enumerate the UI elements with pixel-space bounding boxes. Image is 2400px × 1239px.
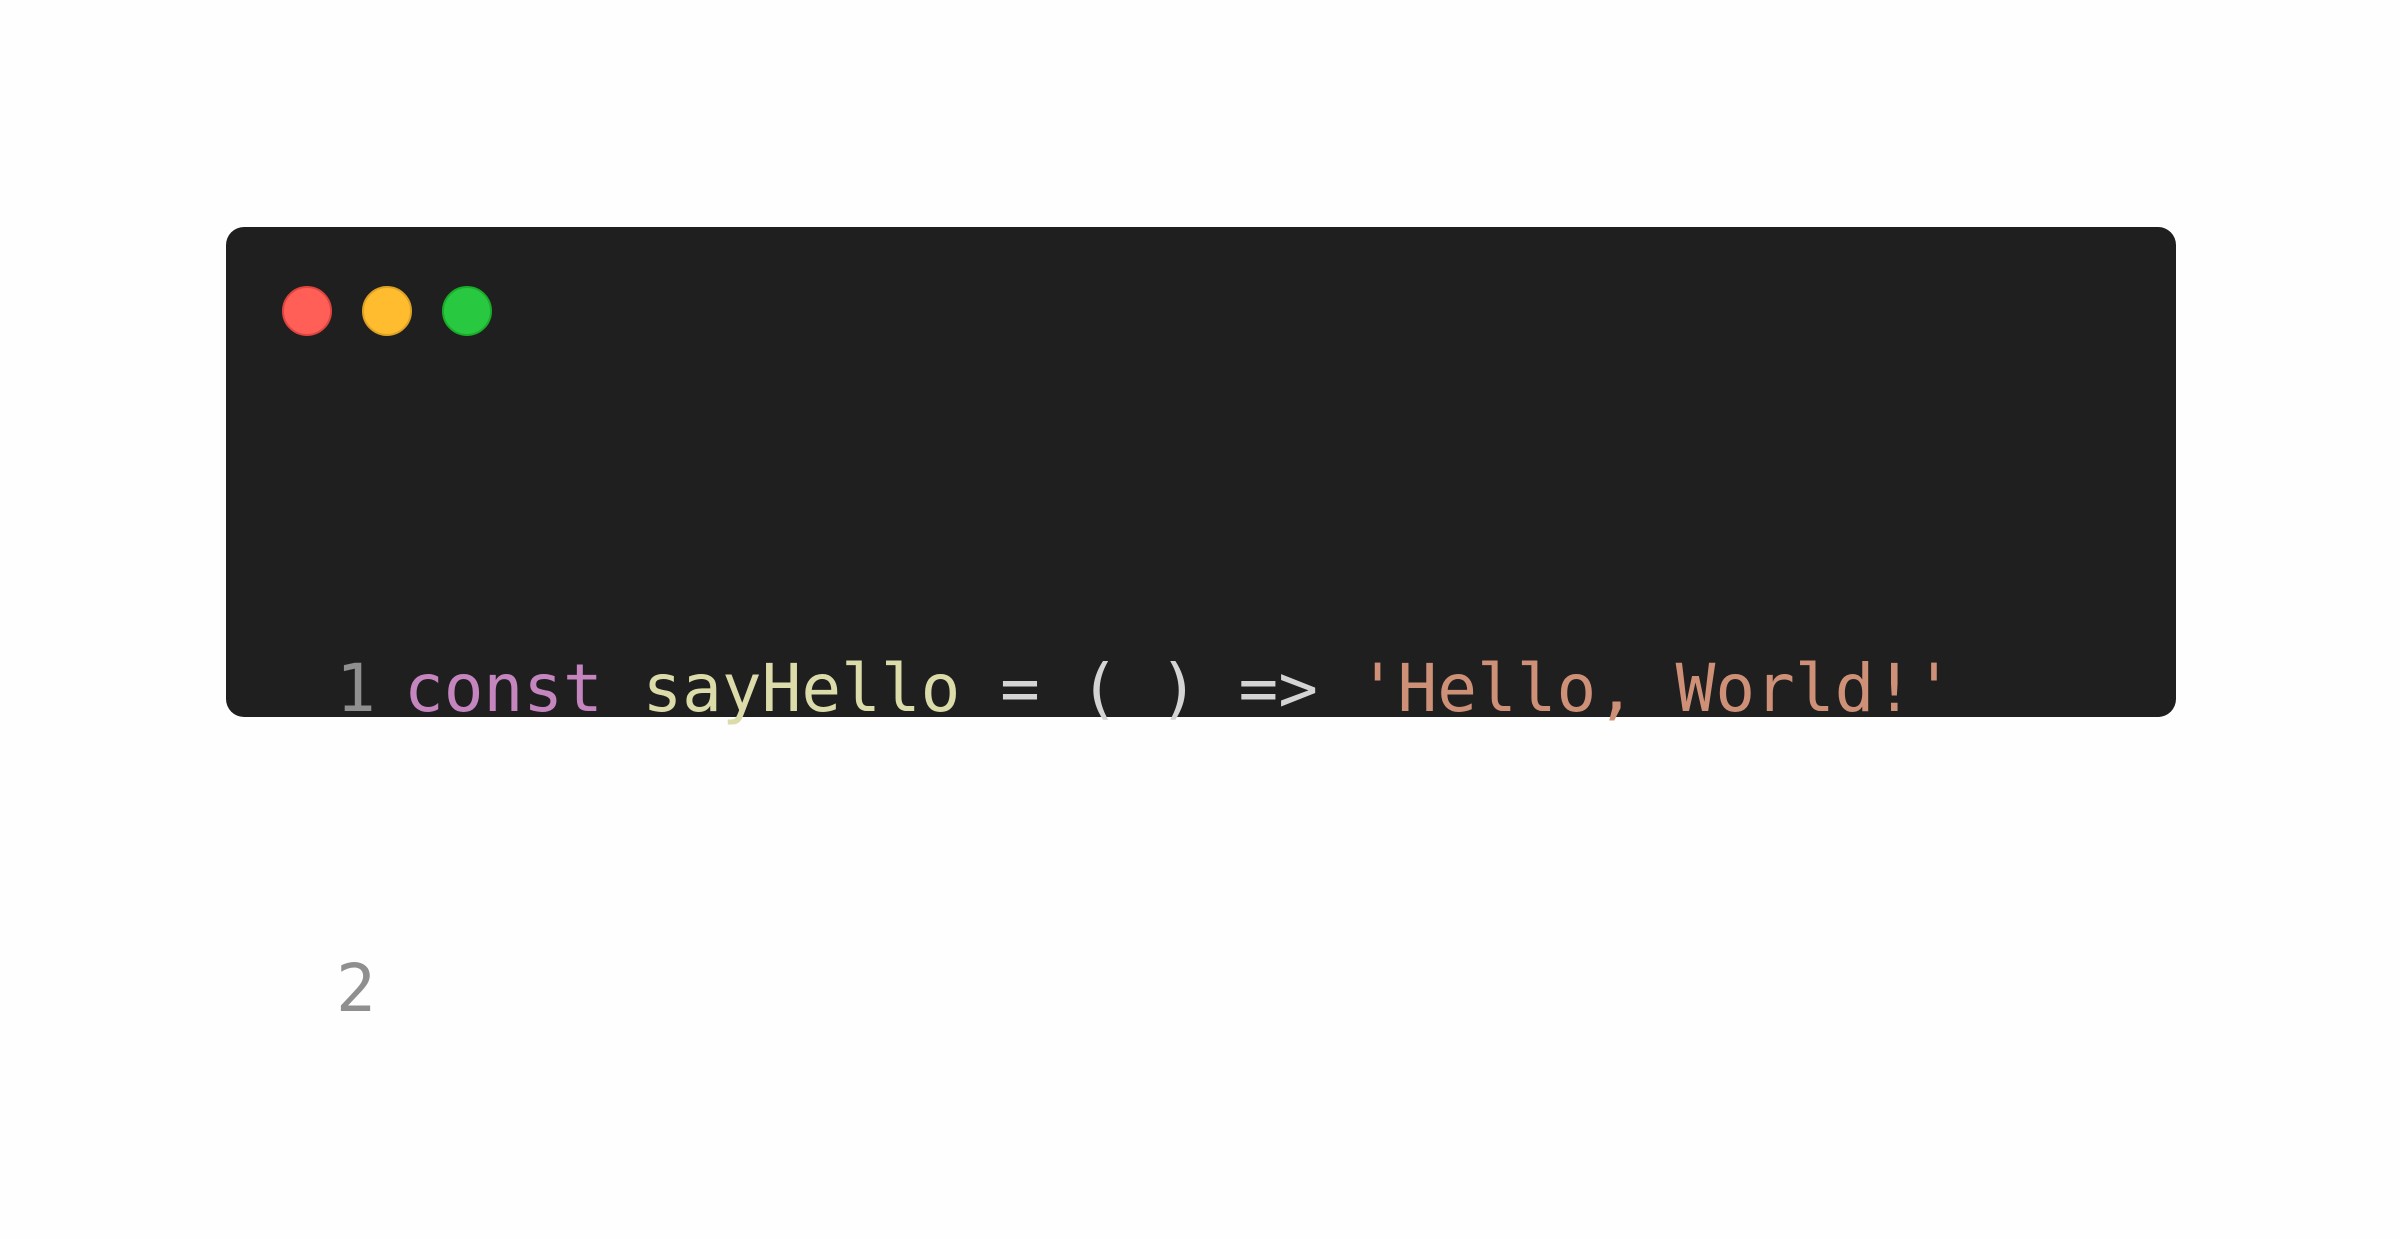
- maximize-window-button[interactable]: [442, 286, 492, 336]
- function-name-token: sayHello: [642, 650, 961, 727]
- keyword-token: const: [404, 650, 603, 727]
- line-number: 1: [336, 650, 376, 727]
- arrow-operator: =>: [1238, 650, 1319, 727]
- code-line: 1 const sayHello = ( ) => 'Hello, World!': [336, 639, 1954, 739]
- code-window: 1 const sayHello = ( ) => 'Hello, World!'…: [226, 227, 2176, 1027]
- string-literal: 'Hello, World!': [1357, 650, 1954, 727]
- close-window-button[interactable]: [282, 286, 332, 336]
- line-number: 2: [336, 950, 376, 1027]
- assignment-operator: =: [1000, 650, 1040, 727]
- code-block: 1 const sayHello = ( ) => 'Hello, World!'…: [336, 439, 1954, 1239]
- minimize-window-button[interactable]: [362, 286, 412, 336]
- window-controls: [282, 286, 492, 336]
- parameter-parens: ( ): [1079, 650, 1199, 727]
- code-line: 2: [336, 939, 1954, 1039]
